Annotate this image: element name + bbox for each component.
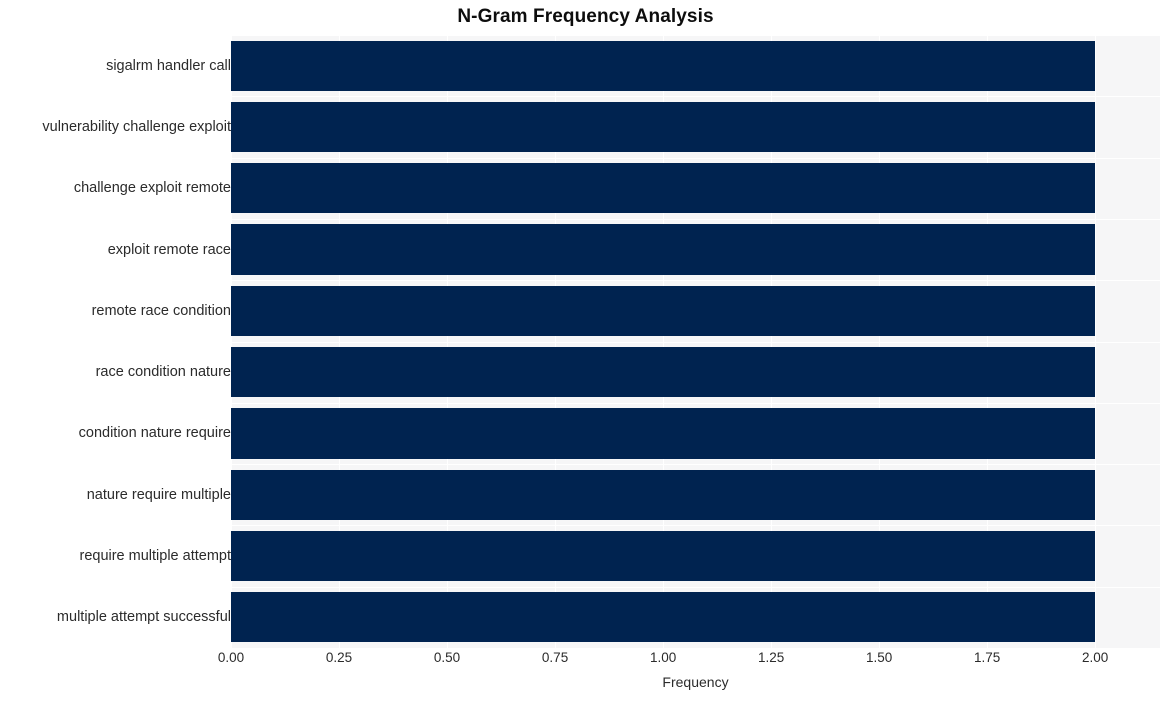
x-tick-label: 0.50: [433, 650, 461, 665]
bar: [231, 408, 1096, 459]
y-gridline: [231, 342, 1160, 343]
y-gridline: [231, 525, 1160, 526]
bar: [231, 469, 1096, 520]
y-tick-label: sigalrm handler call: [106, 57, 231, 74]
y-gridline: [231, 403, 1160, 404]
y-tick-label: multiple attempt successful: [56, 609, 231, 626]
bar: [231, 347, 1096, 398]
bar: [231, 101, 1096, 153]
x-tick-label: 2.00: [1082, 650, 1109, 665]
bar: [231, 40, 1096, 91]
y-tick-label: exploit remote race: [107, 241, 231, 258]
y-tick-label: race condition nature: [95, 364, 231, 381]
bar: [231, 530, 1096, 582]
y-gridline: [231, 96, 1160, 97]
y-gridline: [231, 158, 1160, 159]
y-tick-label: challenge exploit remote: [73, 180, 231, 197]
bar: [231, 224, 1096, 275]
x-tick-label: 1.75: [974, 650, 1001, 665]
bar: [231, 163, 1096, 214]
y-axis-tick-labels: sigalrm handler call vulnerability challe…: [0, 35, 231, 648]
x-tick-label: 0.25: [325, 650, 353, 665]
bar: [231, 285, 1096, 336]
y-gridline: [231, 280, 1160, 281]
x-tick-label: 0.00: [217, 650, 245, 665]
x-axis-tick-labels: 0.00 0.25 0.50 0.75 1.00 1.25 1.50 1.75 2.00: [218, 650, 1160, 672]
x-tick-label: 1.00: [649, 650, 677, 665]
x-tick-label: 0.75: [541, 650, 569, 665]
chart-figure: N-Gram Frequency Analysis sigalrm handle…: [0, 0, 1171, 701]
y-tick-label: condition nature require: [78, 425, 231, 442]
y-gridline: [231, 464, 1160, 465]
y-gridline: [231, 35, 1160, 36]
chart-title: N-Gram Frequency Analysis: [457, 6, 714, 27]
bar: [231, 592, 1096, 643]
x-tick-label: 1.25: [757, 650, 785, 665]
y-tick-label: nature require multiple: [86, 486, 231, 503]
y-tick-label: vulnerability challenge exploit: [42, 118, 231, 135]
plot-area: [231, 35, 1160, 648]
y-gridline: [231, 219, 1160, 220]
y-tick-label: remote race condition: [91, 302, 231, 319]
x-axis-title: Frequency: [662, 674, 729, 690]
y-tick-label: require multiple attempt: [79, 548, 231, 565]
y-gridline: [231, 587, 1160, 588]
x-tick-label: 1.50: [865, 650, 893, 665]
